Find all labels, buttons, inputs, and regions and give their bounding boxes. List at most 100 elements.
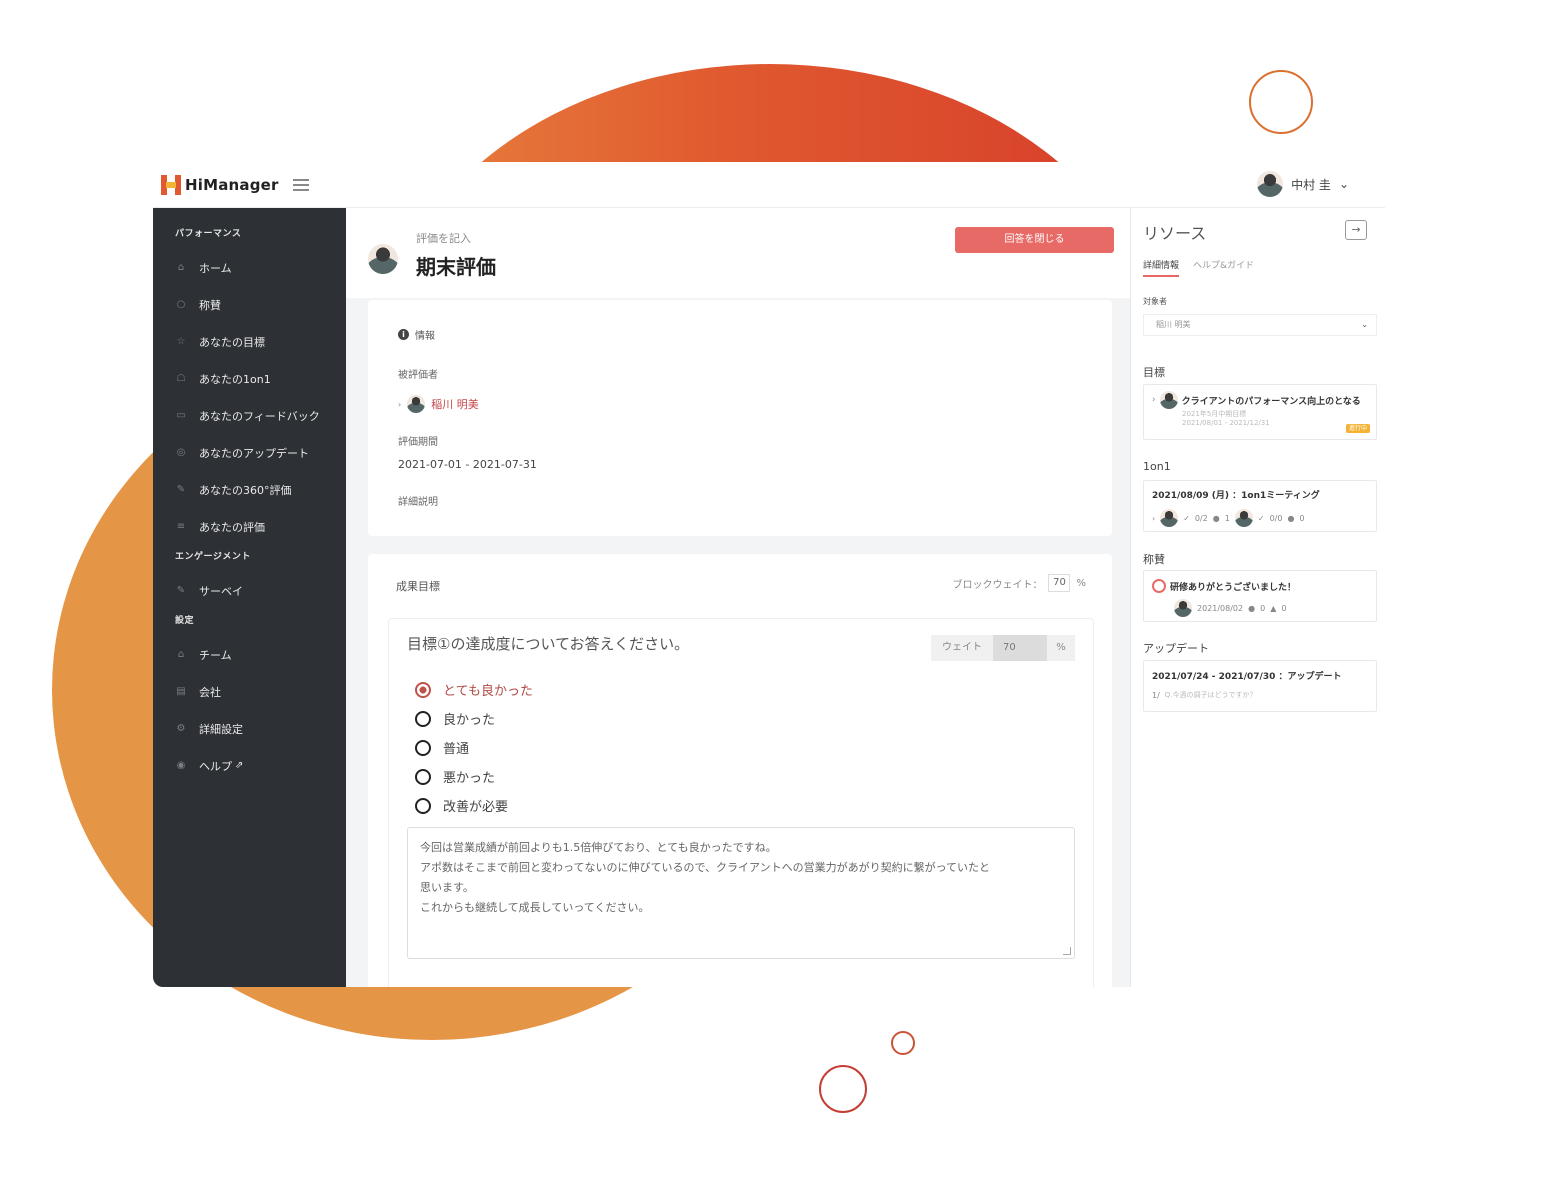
logo[interactable]: HiManager	[161, 175, 279, 195]
survey-icon: ✎	[176, 584, 186, 596]
weight-unit: %	[1047, 635, 1075, 661]
rating-option-label: 悪かった	[443, 771, 496, 786]
update-section-label: アップデート	[1143, 642, 1209, 655]
target-label: 対象者	[1143, 297, 1167, 306]
logo-text: HiManager	[185, 176, 279, 194]
oneonone-agenda-count-2: 0/0	[1269, 513, 1283, 523]
comment-line: これからも継続して成長していってください。	[420, 901, 650, 914]
oneonone-card[interactable]: 2021/08/09 (月) ：1on1ミーティング › ✓ 0/2 ● 1 ✓ 0/…	[1143, 480, 1377, 532]
sidebar-item-goals[interactable]: ☆ あなたの目標	[153, 323, 346, 360]
sidebar-item-praise[interactable]: ○ 称賛	[153, 286, 346, 323]
goals-card: 成果目標 ブロックウェイト： 70 % 目標①の達成度についてお答えください。 …	[368, 554, 1112, 987]
sidebar-item-advanced-settings[interactable]: ⚙ 詳細設定	[153, 710, 346, 747]
chat-icon: ▭	[176, 409, 186, 421]
team-icon: ⌂	[177, 648, 185, 660]
check-icon: ✓	[1183, 513, 1190, 523]
praise-section-label: 称賛	[1143, 553, 1165, 566]
avatar	[1257, 171, 1284, 197]
evaluatee-link[interactable]: › 稲川 明美	[398, 395, 479, 413]
update-card[interactable]: 2021/07/24 - 2021/07/30 ：アップデート 1/ Q.今週の…	[1143, 660, 1377, 712]
oneonone-section-label: 1on1	[1143, 460, 1171, 473]
goal-title: クライアントのパフォーマンス向上のとなる	[1181, 396, 1361, 407]
decor-ring	[1249, 70, 1313, 134]
comment-icon: ●	[1212, 513, 1220, 523]
sidebar-item-label: 詳細設定	[199, 722, 243, 736]
sidebar-item-label: あなたのフィードバック	[199, 409, 320, 423]
sidebar-section-engagement: エンゲージメント	[175, 552, 251, 562]
avatar	[407, 395, 426, 413]
radio[interactable]	[415, 739, 431, 756]
info-heading-label: 情報	[415, 331, 435, 342]
resources-title: リソース	[1143, 224, 1207, 243]
sidebar-item-label: あなたの1on1	[199, 372, 271, 386]
target-select[interactable]: 稲川 明美 ⌄	[1143, 314, 1377, 336]
radio[interactable]	[415, 710, 431, 727]
sidebar: パフォーマンス ⌂ ホーム ○ 称賛 ☆ あなたの目標 ☖ あなたの1on1 ▭ あなたの…	[153, 208, 346, 987]
question-card: 目標①の達成度についてお答えください。 ウェイト 70 % とても良かった 良か…	[388, 618, 1094, 987]
hamburger-menu-icon[interactable]	[293, 179, 309, 192]
sidebar-item-evaluation[interactable]: ≡ あなたの評価	[153, 508, 346, 545]
oneonone-comment-count: 1	[1224, 513, 1230, 523]
oneonone-title: 2021/08/09 (月) ：1on1ミーティング	[1152, 491, 1320, 501]
sidebar-item-help[interactable]: ◉ ヘルプ ⇗	[153, 747, 346, 784]
info-card: i 情報 被評価者 › 稲川 明美 評価期間 2021-07-01 - 2021…	[368, 300, 1112, 536]
expand-panel-icon[interactable]: →	[1345, 220, 1367, 240]
praise-comment-count: 0	[1260, 603, 1266, 613]
resize-handle-icon[interactable]	[1063, 947, 1071, 955]
close-answers-button[interactable]: 回答を閉じる	[955, 227, 1114, 253]
edit-icon: ✎	[176, 483, 186, 495]
status-badge: 進行中	[1346, 424, 1370, 433]
check-icon: ✓	[1257, 513, 1265, 523]
rating-option[interactable]: 改善が必要	[415, 791, 533, 820]
evaluatee-label: 被評価者	[398, 370, 438, 381]
sidebar-item-360-review[interactable]: ✎ あなたの360°評価	[153, 471, 346, 508]
resources-panel: リソース → 詳細情報 ヘルプ&ガイド 対象者 稲川 明美 ⌄ 目標 › クライ…	[1130, 208, 1385, 987]
tab-details[interactable]: 詳細情報	[1143, 258, 1180, 277]
praise-like-count: 0	[1281, 603, 1287, 613]
radio-selected[interactable]	[415, 681, 431, 698]
sidebar-item-company[interactable]: ▤ 会社	[153, 673, 346, 710]
update-question: Q.今週の調子はどうですか？	[1164, 691, 1257, 699]
sidebar-item-feedback[interactable]: ▭ あなたのフィードバック	[153, 397, 346, 434]
sidebar-item-updates[interactable]: ◎ あなたのアップデート	[153, 434, 346, 471]
thumbs-up-icon: ▲	[1270, 603, 1277, 613]
block-weight: ブロックウェイト： 70 %	[952, 574, 1086, 592]
praise-card[interactable]: 研修ありがとうございました！ 2021/08/02 ● 0 ▲ 0	[1143, 570, 1377, 622]
rating-option[interactable]: 普通	[415, 733, 533, 762]
praise-title: 研修ありがとうございました！	[1170, 582, 1297, 593]
rating-option[interactable]: 良かった	[415, 704, 533, 733]
sidebar-item-1on1[interactable]: ☖ あなたの1on1	[153, 360, 346, 397]
rating-option-label: 普通	[443, 742, 470, 757]
weight-input[interactable]: 70	[993, 635, 1047, 661]
radio[interactable]	[415, 797, 431, 814]
rating-option[interactable]: 悪かった	[415, 762, 533, 791]
radio[interactable]	[415, 768, 431, 785]
update-title: 2021/07/24 - 2021/07/30 ：アップデート	[1152, 672, 1342, 682]
sidebar-item-home[interactable]: ⌂ ホーム	[153, 249, 346, 286]
sidebar-item-survey[interactable]: ✎ サーベイ	[153, 572, 346, 609]
rating-option[interactable]: とても良かった	[415, 675, 533, 704]
sidebar-section-settings: 設定	[175, 616, 195, 626]
user-menu[interactable]: 中村 圭 ⌄	[1257, 171, 1349, 197]
period-value: 2021-07-01 - 2021-07-31	[398, 458, 537, 471]
praise-meta: 2021/08/02 ● 0 ▲ 0	[1152, 599, 1368, 617]
comment-icon: ●	[1287, 513, 1295, 523]
tab-help-guide[interactable]: ヘルプ&ガイド	[1193, 258, 1254, 277]
top-bar: HiManager 中村 圭 ⌄	[153, 162, 1385, 208]
goal-card[interactable]: › クライアントのパフォーマンス向上のとなる 2021年5月中期目標 2021/…	[1143, 384, 1377, 440]
app-window: HiManager 中村 圭 ⌄ パフォーマンス ⌂ ホーム ○ 称賛 ☆ あなたの目…	[153, 162, 1385, 987]
main-content: 評価を記入 期末評価 回答を閉じる i 情報 被評価者 › 稲川 明美 評価期間…	[346, 208, 1130, 987]
comment-textarea[interactable]: 今回は営業成績が前回よりも1.5倍伸びており、とても良かったですね。 アポ数はそ…	[407, 827, 1075, 959]
oneonone-meta: › ✓ 0/2 ● 1 ✓ 0/0 ● 0	[1152, 509, 1368, 527]
update-score: 1/	[1152, 690, 1160, 700]
oneonone-agenda-count: 0/2	[1194, 513, 1208, 523]
user-icon: ☖	[176, 372, 186, 384]
rating-option-label: とても良かった	[443, 684, 533, 699]
sidebar-item-label: あなたの360°評価	[199, 483, 292, 497]
goal-section-label: 目標	[1143, 366, 1165, 379]
avatar	[368, 244, 398, 274]
sidebar-item-team[interactable]: ⌂ チーム	[153, 636, 346, 673]
target-select-value: 稲川 明美	[1156, 320, 1191, 329]
block-weight-value: 70	[1048, 574, 1071, 592]
external-link-icon: ⇗	[235, 760, 244, 771]
